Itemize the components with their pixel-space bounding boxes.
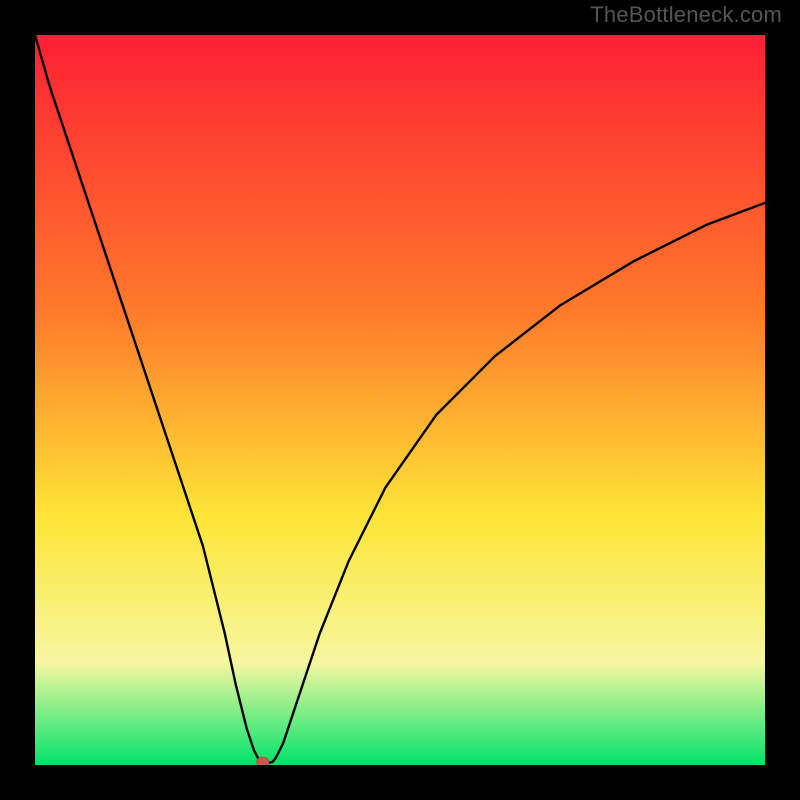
optimum-marker xyxy=(257,757,269,765)
bottleneck-chart xyxy=(35,35,765,765)
watermark-text: TheBottleneck.com xyxy=(590,2,782,28)
chart-frame: { "watermark": "TheBottleneck.com", "col… xyxy=(0,0,800,800)
plot-area xyxy=(35,35,765,765)
gradient-background xyxy=(35,35,765,765)
